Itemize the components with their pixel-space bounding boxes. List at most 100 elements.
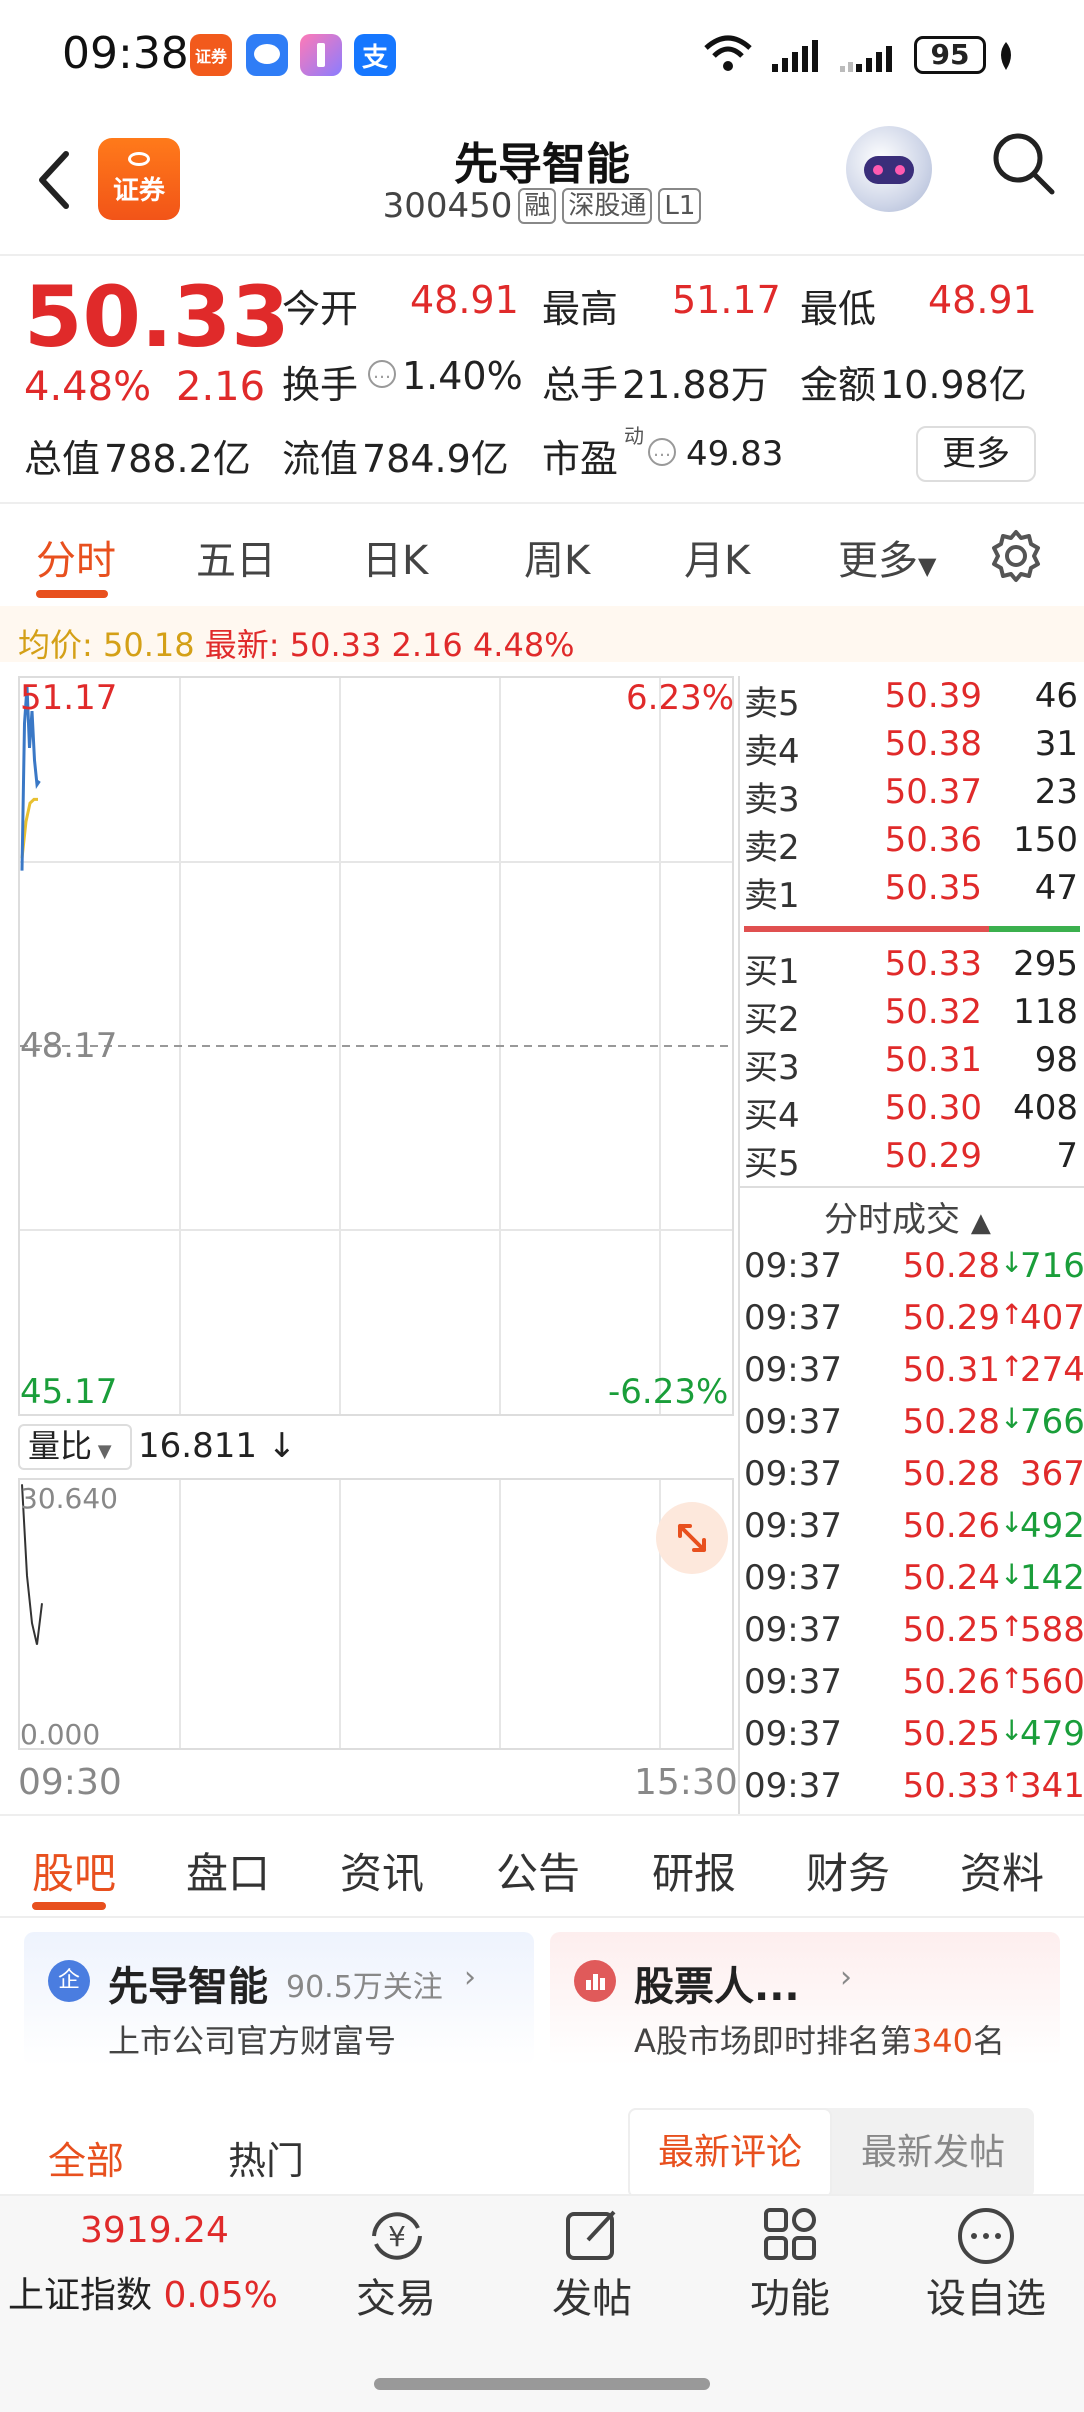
trade-row: 09:37 50.33↑3416 bbox=[744, 1766, 1084, 1818]
svg-text:¥: ¥ bbox=[388, 2220, 406, 2253]
buy-sell-ratio-bar bbox=[744, 926, 1080, 932]
volume-label: 总手 bbox=[542, 363, 619, 407]
filter-all[interactable]: 全部 bbox=[48, 2130, 124, 2185]
filter-hot[interactable]: 热门 bbox=[228, 2130, 304, 2185]
nav-post[interactable]: 发帖 bbox=[552, 2266, 632, 2324]
trade-row: 09:37 50.26 ↓ 492 bbox=[744, 1506, 1084, 1558]
tab-five-day[interactable]: 五日 bbox=[196, 528, 276, 586]
search-icon[interactable] bbox=[990, 130, 1056, 196]
chevron-right-icon: › bbox=[464, 1960, 476, 1995]
add-watchlist-icon[interactable] bbox=[956, 2206, 1016, 2270]
official-account-card[interactable]: 企 先导智能 90.5万关注 › 上市公司官方财富号 bbox=[24, 1932, 534, 2066]
trade-icon[interactable]: ¥ bbox=[362, 2206, 432, 2270]
tab-more[interactable]: 更多▼ bbox=[838, 528, 936, 586]
bid-row[interactable]: 买4 50.30 408 bbox=[744, 1088, 1078, 1136]
index-row[interactable]: 上证指数 0.05% bbox=[8, 2266, 278, 2318]
dropdown-icon: ▼ bbox=[92, 1441, 112, 1462]
trade-row: 09:37 50.28 ↓ 766 bbox=[744, 1402, 1084, 1454]
trade-direction: ↑ bbox=[1000, 1766, 1024, 1799]
tab-announcements[interactable]: 公告 bbox=[496, 1840, 580, 1901]
function-grid-icon[interactable] bbox=[760, 2204, 820, 2268]
trade-price: 50.25 bbox=[902, 1714, 1000, 1754]
time-end-label: 15:30 bbox=[634, 1762, 738, 1803]
chart-badge-icon bbox=[574, 1960, 616, 2002]
ask-row[interactable]: 卖5 50.39 46 bbox=[744, 676, 1078, 724]
tab-finance[interactable]: 财务 bbox=[806, 1840, 890, 1901]
trade-row: 09:37 50.29 ↑ 407 bbox=[744, 1298, 1084, 1350]
tab-handicap[interactable]: 盘口 bbox=[186, 1840, 270, 1901]
volume-ratio-chart[interactable] bbox=[18, 1478, 734, 1750]
tab-weekly-k[interactable]: 周K bbox=[524, 528, 590, 586]
ask-row[interactable]: 卖2 50.36 150 bbox=[744, 820, 1078, 868]
trade-time: 09:37 bbox=[744, 1662, 842, 1702]
trade-time: 09:37 bbox=[744, 1558, 842, 1598]
message-app-icon bbox=[246, 34, 288, 76]
sort-latest-post[interactable]: 最新发帖 bbox=[832, 2108, 1034, 2198]
tab-news[interactable]: 资讯 bbox=[340, 1840, 424, 1901]
index-pct: 0.05% bbox=[163, 2275, 278, 2316]
low-value: 48.91 bbox=[928, 278, 1037, 322]
bid-row[interactable]: 买2 50.32 118 bbox=[744, 992, 1078, 1040]
bid-row[interactable]: 买1 50.33 295 bbox=[744, 944, 1078, 992]
stock-code: 300450 bbox=[382, 186, 513, 226]
sort-toggle: 最新评论 最新发帖 bbox=[628, 2108, 1034, 2198]
trade-price: 50.28 bbox=[902, 1246, 1000, 1286]
index-value[interactable]: 3919.24 bbox=[80, 2210, 229, 2251]
ask-volume: 47 bbox=[1034, 868, 1078, 908]
ask-price: 50.35 bbox=[884, 868, 982, 908]
tab-research[interactable]: 研报 bbox=[652, 1840, 736, 1901]
ask-row[interactable]: 卖4 50.38 31 bbox=[744, 724, 1078, 772]
more-button[interactable]: 更多 bbox=[916, 426, 1036, 482]
connect-tag: 深股通 bbox=[562, 188, 653, 224]
sort-up-icon: ▲ bbox=[970, 1208, 991, 1238]
nav-watchlist[interactable]: 设自选 bbox=[926, 2266, 1046, 2324]
vol-max-label: 30.640 bbox=[20, 1482, 118, 1515]
trades-title[interactable]: 分时成交 ▲ bbox=[824, 1192, 991, 1241]
float-cap-value: 784.9亿 bbox=[362, 437, 509, 481]
stock-people-card[interactable]: 股票人... › A股市场即时排名第340名 bbox=[550, 1932, 1060, 2066]
settings-gear-icon[interactable] bbox=[988, 528, 1044, 588]
vol-min-label: 0.000 bbox=[20, 1718, 101, 1751]
bid-row[interactable]: 买5 50.29 7 bbox=[744, 1136, 1078, 1184]
bid-volume: 295 bbox=[1013, 944, 1078, 984]
follow-count: 90.5万关注 bbox=[286, 1970, 443, 2005]
tab-daily-k[interactable]: 日K bbox=[362, 528, 428, 586]
time-start-label: 09:30 bbox=[18, 1762, 122, 1803]
pe-info-icon[interactable]: … bbox=[648, 438, 676, 466]
ask-row[interactable]: 卖1 50.35 47 bbox=[744, 868, 1078, 916]
post-icon[interactable] bbox=[562, 2204, 622, 2268]
card-title: 股票人... bbox=[634, 1964, 800, 2010]
open-value: 48.91 bbox=[410, 278, 519, 322]
nav-function[interactable]: 功能 bbox=[750, 2266, 830, 2324]
trade-row: 09:37 50.25 ↓ 479 bbox=[744, 1714, 1084, 1766]
tab-monthly-k[interactable]: 月K bbox=[684, 528, 750, 586]
ask-price: 50.38 bbox=[884, 724, 982, 764]
divider bbox=[0, 1814, 1084, 1816]
bid-row[interactable]: 买3 50.31 98 bbox=[744, 1040, 1078, 1088]
low-label: 最低 bbox=[800, 287, 877, 331]
trade-time: 09:37 bbox=[744, 1714, 842, 1754]
expand-icon[interactable] bbox=[656, 1502, 728, 1574]
sort-latest-comment[interactable]: 最新评论 bbox=[628, 2108, 832, 2198]
float-cap-label: 流值 bbox=[282, 437, 359, 481]
avg-label: 均价: bbox=[18, 626, 93, 664]
trade-row: 09:37 50.26 ↑ 560 bbox=[744, 1662, 1084, 1714]
bid-label: 买5 bbox=[744, 1144, 800, 1184]
indicator-select[interactable]: 量比 ▼ bbox=[18, 1424, 132, 1470]
info-icon[interactable]: … bbox=[368, 360, 396, 388]
nav-trade[interactable]: 交易 bbox=[356, 2266, 436, 2324]
trade-time: 09:37 bbox=[744, 1454, 842, 1494]
margin-tag: 融 bbox=[518, 188, 557, 224]
bid-label: 买3 bbox=[744, 1048, 800, 1088]
ask-row[interactable]: 卖3 50.37 23 bbox=[744, 772, 1078, 820]
robot-assistant-icon[interactable] bbox=[846, 126, 932, 212]
bid-price: 50.29 bbox=[884, 1136, 982, 1176]
tab-forum[interactable]: 股吧 bbox=[32, 1840, 116, 1901]
volume-value: 21.88万 bbox=[622, 363, 769, 407]
ask-label: 卖3 bbox=[744, 780, 800, 820]
bid-label: 买1 bbox=[744, 952, 800, 992]
tab-profile[interactable]: 资料 bbox=[960, 1840, 1044, 1901]
intraday-chart[interactable] bbox=[18, 676, 734, 1416]
tab-intraday[interactable]: 分时 bbox=[36, 528, 116, 586]
bid-price: 50.31 bbox=[884, 1040, 982, 1080]
